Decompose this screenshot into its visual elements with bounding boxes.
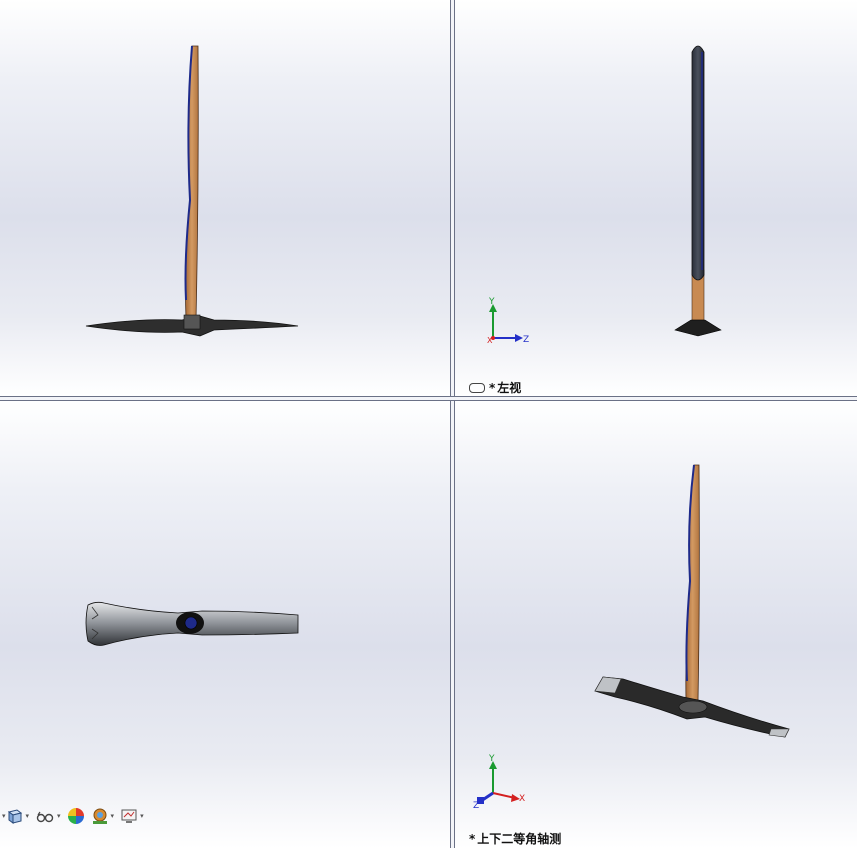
- triad-x-label: X: [519, 794, 525, 804]
- viewport-left[interactable]: Y Z X * 左视: [455, 0, 857, 396]
- toolbar-hide-show[interactable]: ▾: [35, 807, 61, 825]
- dropdown-arrow-icon[interactable]: ▾: [111, 812, 115, 820]
- triad-z-label: Z: [473, 801, 479, 811]
- display-settings-icon[interactable]: [120, 807, 138, 825]
- axis-triad: [489, 304, 523, 342]
- dropdown-arrow-icon[interactable]: ▾: [26, 812, 30, 820]
- view-cube-icon[interactable]: [6, 807, 24, 825]
- toolbar-scene[interactable]: ▾: [91, 807, 115, 825]
- view-name-isometric: * 上下二等角轴测: [469, 830, 561, 847]
- triad-z-label: Z: [523, 335, 529, 345]
- triad-x-label: X: [487, 336, 493, 345]
- iso-handle-shape: [685, 464, 700, 702]
- view-name-left: * 左视: [469, 379, 521, 396]
- view-label-prefix: *: [489, 381, 496, 395]
- viewport-top[interactable]: ▾ ▾ ▾ ▾ ▾: [0, 401, 450, 848]
- view-label-prefix: *: [469, 832, 476, 846]
- head-end: [674, 319, 722, 337]
- pickaxe-isometric-model: Y X Z: [473, 464, 790, 811]
- dropdown-arrow-icon[interactable]: ▾: [140, 812, 144, 820]
- axis-triad: [477, 761, 520, 804]
- pickaxe-left-model: Y Z X: [487, 45, 722, 345]
- viewport-isometric[interactable]: Y X Z * 上下二等角轴测: [455, 401, 857, 848]
- viewport-front[interactable]: [0, 0, 450, 396]
- iso-collar: [678, 700, 708, 714]
- triad-y-label: Y: [488, 297, 495, 307]
- eye-handle-end: [184, 616, 198, 630]
- dropdown-arrow-icon[interactable]: ▾: [57, 812, 61, 820]
- glasses-icon[interactable]: [35, 807, 55, 825]
- toolbar-appearance[interactable]: [67, 807, 85, 825]
- collar: [183, 314, 201, 330]
- heads-up-toolbar: ▾ ▾ ▾ ▾ ▾: [0, 805, 150, 827]
- view-link-icon[interactable]: [469, 382, 485, 393]
- handle-shape: [185, 45, 199, 321]
- pickaxe-top-model: [85, 601, 299, 646]
- appearance-sphere-icon[interactable]: [67, 807, 85, 825]
- view-label-text: 上下二等角轴测: [477, 832, 562, 846]
- toolbar-view-orientation[interactable]: ▾ ▾: [0, 807, 29, 825]
- triad-y-label: Y: [488, 754, 495, 764]
- toolbar-display[interactable]: ▾: [120, 807, 144, 825]
- view-label-text: 左视: [497, 381, 522, 395]
- scene-icon[interactable]: [91, 807, 109, 825]
- pickaxe-front-model: [85, 45, 299, 337]
